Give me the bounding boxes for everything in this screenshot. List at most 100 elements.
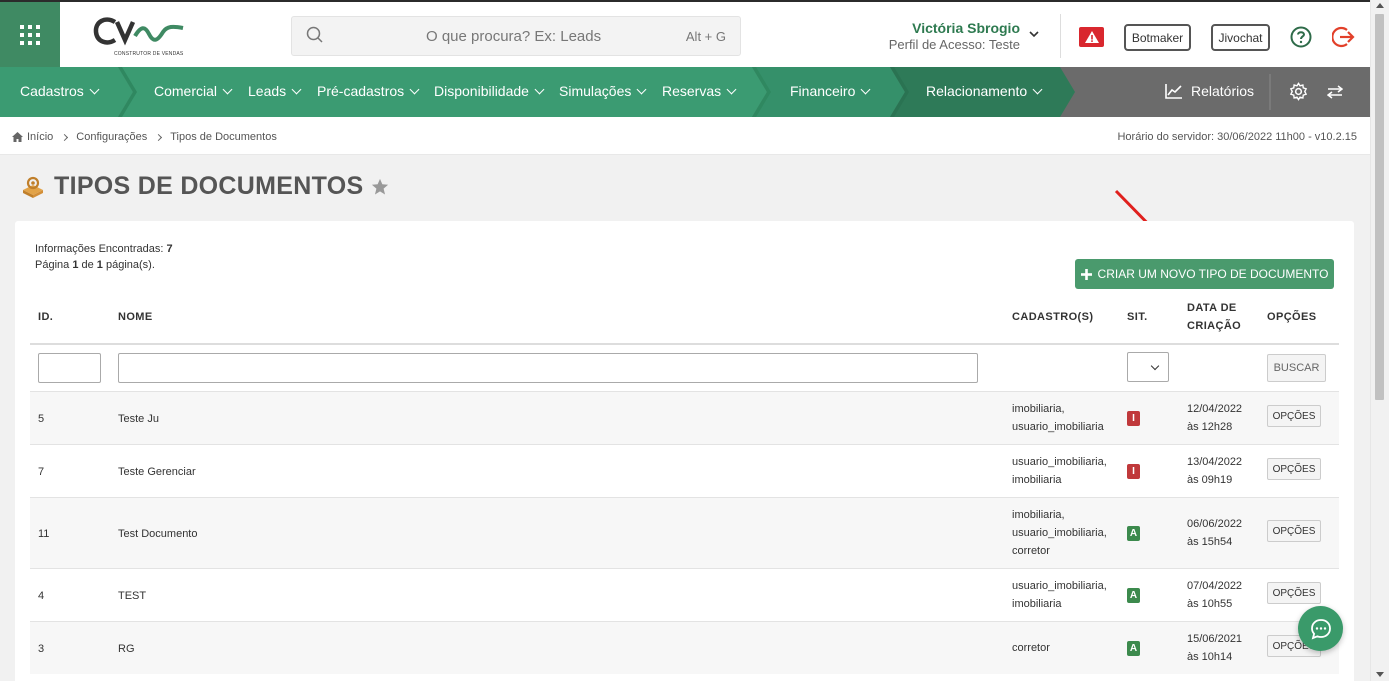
filter-sit-select[interactable] [1127, 352, 1169, 382]
nav-relacionamento[interactable]: Relacionamento [926, 83, 1043, 99]
apps-grid-icon [20, 24, 40, 45]
alert-icon [1084, 31, 1099, 43]
row-cadastros: corretor [1012, 639, 1050, 657]
column-sit[interactable]: SIT. [1127, 308, 1148, 326]
chat-bubble-icon [1310, 618, 1331, 639]
server-time: Horário do servidor: 30/06/2022 11h00 - … [1117, 131, 1357, 143]
row-date: 15/06/2021 às 10h14 [1187, 630, 1242, 666]
nav-label: Relatórios [1191, 83, 1255, 99]
breadcrumb-label: Início [27, 131, 54, 143]
filter-id-input[interactable] [38, 353, 101, 383]
page-mid: de [78, 259, 97, 271]
breadcrumb-configuracoes[interactable]: Configurações [76, 131, 147, 143]
nav-reservas[interactable]: Reservas [662, 83, 737, 99]
options-button[interactable]: OPÇÕES [1267, 405, 1321, 427]
search-placeholder: O que procura? Ex: Leads [426, 28, 602, 45]
cadastro-item: usuario_imobiliaria, [1012, 527, 1107, 539]
nav-disponibilidade[interactable]: Disponibilidade [434, 83, 545, 99]
logout-icon[interactable] [1332, 25, 1356, 49]
row-name: RG [118, 643, 135, 655]
filter-name-input[interactable] [118, 353, 978, 383]
chevron-down-icon [1032, 84, 1043, 94]
plus-icon [1080, 268, 1092, 280]
date-value: 12/04/2022 [1187, 403, 1243, 415]
cadastro-item: imobiliaria, [1012, 509, 1065, 521]
date-value: 07/04/2022 [1187, 580, 1243, 592]
jivochat-button[interactable]: Jivochat [1211, 24, 1270, 51]
breadcrumb-home[interactable]: Início [12, 131, 53, 143]
alert-button[interactable] [1079, 27, 1104, 47]
scroll-up-icon[interactable] [1376, 3, 1384, 8]
table-row: 3 RG corretor A 15/06/2021 às 10h14 OPÇÕ… [30, 621, 1339, 674]
row-name: Test Documento [118, 528, 198, 540]
nav-cadastros[interactable]: Cadastros [20, 83, 100, 99]
nav-financeiro[interactable]: Financeiro [790, 83, 871, 99]
apps-grid-button[interactable] [0, 2, 60, 67]
page-scrollbar[interactable] [1370, 0, 1389, 681]
chevron-down-icon [860, 84, 871, 94]
time-value: às 12h28 [1187, 421, 1233, 433]
nav-pre-cadastros[interactable]: Pré-cadastros [317, 83, 420, 99]
help-icon[interactable] [1290, 26, 1312, 48]
nav-label: Cadastros [20, 83, 84, 99]
cadastro-item: imobiliaria, [1012, 403, 1065, 415]
nav-label: Simulações [559, 83, 632, 99]
search-bar[interactable]: O que procura? Ex: Leads Alt + G [291, 16, 741, 56]
chevron-down-icon [636, 84, 647, 94]
user-menu[interactable]: Victória Sbrogio Perfil de Acesso: Teste [889, 20, 1020, 52]
row-date: 06/06/2022 às 15h54 [1187, 515, 1242, 551]
main-nav: Cadastros Comercial Leads Pré-cadastros … [0, 67, 1370, 117]
options-button[interactable]: OPÇÕES [1267, 458, 1321, 480]
time-value: às 10h55 [1187, 598, 1233, 610]
table-row: 4 TEST usuario_imobiliaria, imobiliaria … [30, 568, 1339, 621]
nav-comercial[interactable]: Comercial [154, 83, 233, 99]
column-data-criacao[interactable]: DATA DE CRIAÇÃO [1187, 299, 1241, 335]
cadastro-item: usuario_imobiliaria [1012, 421, 1104, 433]
search-icon [306, 26, 323, 43]
row-name: Teste Gerenciar [118, 466, 196, 478]
botmaker-button[interactable]: Botmaker [1124, 24, 1191, 51]
row-cadastros: usuario_imobiliaria, imobiliaria [1012, 453, 1107, 489]
column-label: DATA DE [1187, 302, 1237, 314]
nav-relatorios[interactable]: Relatórios [1165, 83, 1254, 99]
breadcrumb-bar: Início Configurações Tipos de Documentos… [0, 117, 1370, 155]
found-count: 7 [166, 243, 173, 255]
nav-simulacoes[interactable]: Simulações [559, 83, 647, 99]
gear-icon[interactable] [1289, 82, 1308, 101]
user-profile: Perfil de Acesso: Teste [888, 37, 1020, 52]
table-row: 5 Teste Ju imobiliaria, usuario_imobilia… [30, 391, 1339, 444]
row-date: 07/04/2022 às 10h55 [1187, 577, 1242, 613]
column-cadastros[interactable]: CADASTRO(S) [1012, 308, 1093, 326]
row-date: 12/04/2022 às 12h28 [1187, 400, 1242, 436]
nav-label: Pré-cadastros [317, 83, 405, 99]
create-document-type-button[interactable]: CRIAR UM NOVO TIPO DE DOCUMENTO [1075, 259, 1334, 289]
column-id[interactable]: ID. [38, 308, 53, 326]
options-button[interactable]: OPÇÕES [1267, 520, 1321, 542]
documents-card: Informações Encontradas: 7 Página 1 de 1… [15, 221, 1354, 681]
cadastro-item: imobiliaria [1012, 474, 1062, 486]
column-nome[interactable]: NOME [118, 308, 153, 326]
home-icon [12, 132, 23, 142]
time-value: às 15h54 [1187, 536, 1233, 548]
favorite-star-icon[interactable] [371, 178, 389, 196]
row-id: 4 [38, 590, 45, 602]
logo-text: CONSTRUTOR DE VENDAS [114, 51, 184, 57]
status-badge: A [1127, 641, 1140, 656]
scroll-down-icon[interactable] [1376, 672, 1384, 677]
chat-widget-button[interactable] [1298, 606, 1343, 651]
swap-icon[interactable] [1327, 85, 1343, 99]
nav-label: Disponibilidade [434, 83, 529, 99]
chevron-right-icon [61, 133, 69, 141]
header-divider [30, 343, 1339, 345]
cv-logo[interactable]: CONSTRUTOR DE VENDAS [93, 14, 193, 58]
chevron-down-icon [291, 84, 302, 94]
options-button[interactable]: OPÇÕES [1267, 582, 1321, 604]
nav-leads[interactable]: Leads [248, 83, 302, 99]
row-cadastros: imobiliaria, usuario_imobiliaria, corret… [1012, 506, 1107, 560]
row-name: Teste Ju [118, 413, 159, 425]
row-cadastros: imobiliaria, usuario_imobiliaria [1012, 400, 1104, 436]
chevron-down-icon[interactable] [1028, 30, 1040, 40]
scroll-thumb[interactable] [1375, 14, 1384, 400]
search-button[interactable]: BUSCAR [1267, 354, 1326, 382]
page-title: TIPOS DE DOCUMENTOS [54, 172, 364, 200]
